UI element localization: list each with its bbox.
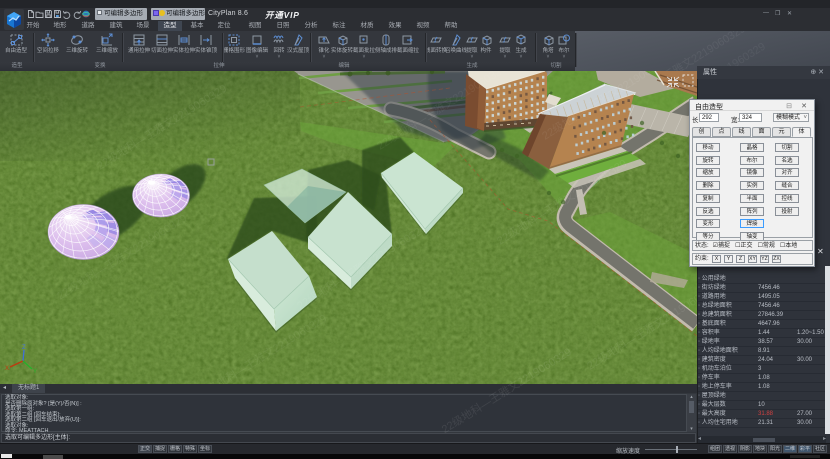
- svg-text:Y: Y: [33, 369, 37, 375]
- svg-text:X: X: [5, 366, 9, 372]
- svg-text:Z: Z: [22, 345, 26, 351]
